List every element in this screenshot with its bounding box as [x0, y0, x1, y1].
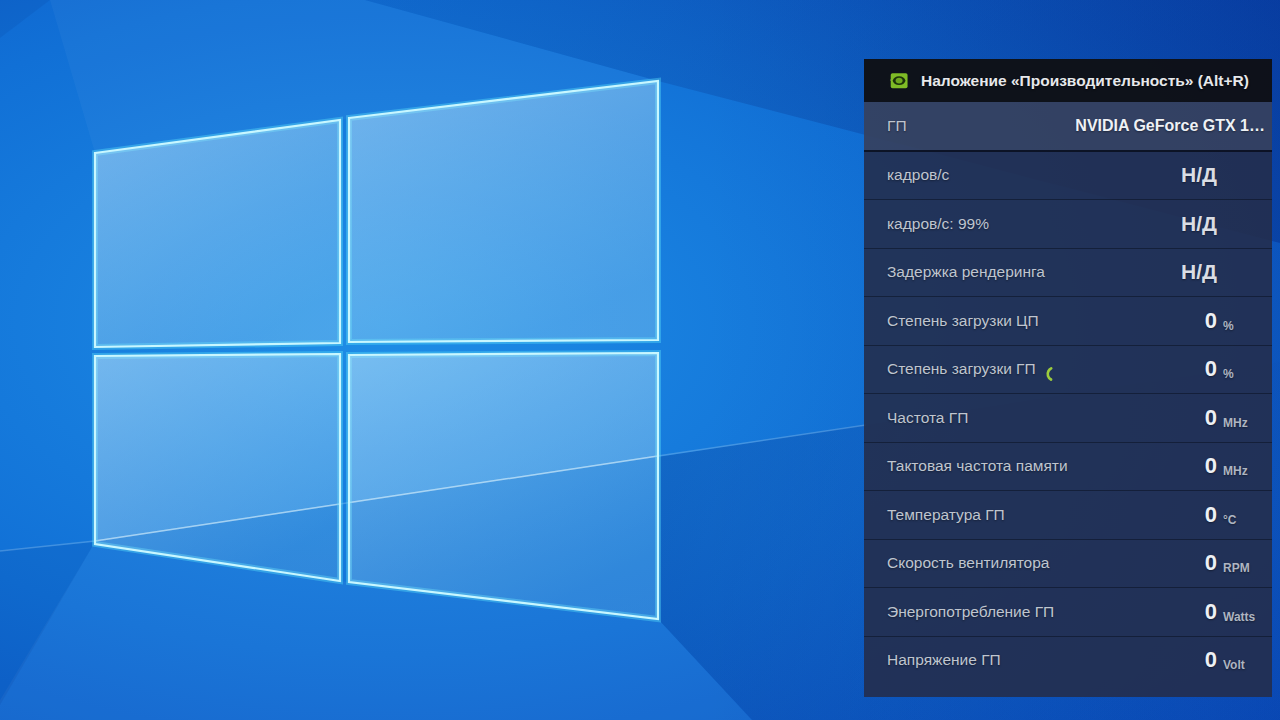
metric-row: Напряжение ГП 0 Volt: [864, 636, 1272, 685]
metric-unit: %: [1217, 367, 1272, 381]
metric-unit: RPM: [1217, 561, 1272, 575]
metric-number-value: 0: [1205, 308, 1217, 334]
metric-row: Скорость вентилятора 0 RPM: [864, 539, 1272, 588]
metric-label: Задержка рендеринга: [887, 263, 1045, 281]
metric-row: ГП NVIDIA GeForce GTX 1…: [864, 102, 1272, 150]
metric-unit: MHz: [1217, 464, 1272, 478]
nvidia-geforce-icon: [888, 71, 908, 90]
metric-row: кадров/с: 99% Н/Д: [864, 199, 1272, 248]
metric-row: Степень загрузки ЦП 0 %: [864, 296, 1272, 345]
metric-row: кадров/с Н/Д: [864, 150, 1272, 200]
metric-label: Степень загрузки ЦП: [887, 312, 1039, 330]
metric-label: Скорость вентилятора: [887, 554, 1049, 572]
metric-unit: Watts: [1217, 610, 1272, 624]
nvidia-performance-overlay: Наложение «Производительность» (Alt+R) Г…: [864, 59, 1272, 697]
metric-row: Задержка рендеринга Н/Д: [864, 248, 1272, 297]
metric-text-value: Н/Д: [1181, 163, 1217, 187]
metric-unit: Volt: [1217, 658, 1272, 672]
activity-spinner-icon: [1045, 363, 1063, 385]
metric-number-value: 0: [1205, 502, 1217, 528]
metric-number-value: 0: [1205, 356, 1217, 382]
metric-unit: °C: [1217, 513, 1272, 527]
metric-label: Напряжение ГП: [887, 651, 1001, 669]
metric-label: Энергопотребление ГП: [887, 603, 1054, 621]
metric-row: Тактовая частота памяти 0 MHz: [864, 442, 1272, 491]
metric-row: Степень загрузки ГП 0 %: [864, 345, 1272, 394]
desktop: Наложение «Производительность» (Alt+R) Г…: [0, 0, 1280, 720]
metric-unit: MHz: [1217, 416, 1272, 430]
metric-label: ГП: [887, 117, 907, 135]
metric-text-value: Н/Д: [1181, 212, 1217, 236]
overlay-header: Наложение «Производительность» (Alt+R): [864, 59, 1272, 102]
metric-number-value: 0: [1205, 453, 1217, 479]
metric-label: Тактовая частота памяти: [887, 457, 1068, 475]
metric-label: кадров/с: 99%: [887, 215, 989, 233]
overlay-title: Наложение «Производительность» (Alt+R): [921, 72, 1249, 90]
metric-text-value: Н/Д: [1181, 260, 1217, 284]
metric-number-value: 0: [1205, 647, 1217, 673]
metric-number-value: 0: [1205, 405, 1217, 431]
metric-text-value: NVIDIA GeForce GTX 1…: [1075, 117, 1265, 135]
metric-label: Частота ГП: [887, 409, 968, 427]
metric-number-value: 0: [1205, 599, 1217, 625]
metric-row: Температура ГП 0 °C: [864, 490, 1272, 539]
metric-row: Энергопотребление ГП 0 Watts: [864, 587, 1272, 636]
metric-label: Температура ГП: [887, 506, 1005, 524]
metric-unit: %: [1217, 319, 1272, 333]
metric-row: Частота ГП 0 MHz: [864, 393, 1272, 442]
metrics-list: ГП NVIDIA GeForce GTX 1… кадров/с Н/Д ка…: [864, 102, 1272, 697]
metric-label: кадров/с: [887, 166, 949, 184]
metric-number-value: 0: [1205, 550, 1217, 576]
metric-label: Степень загрузки ГП: [887, 360, 1036, 378]
